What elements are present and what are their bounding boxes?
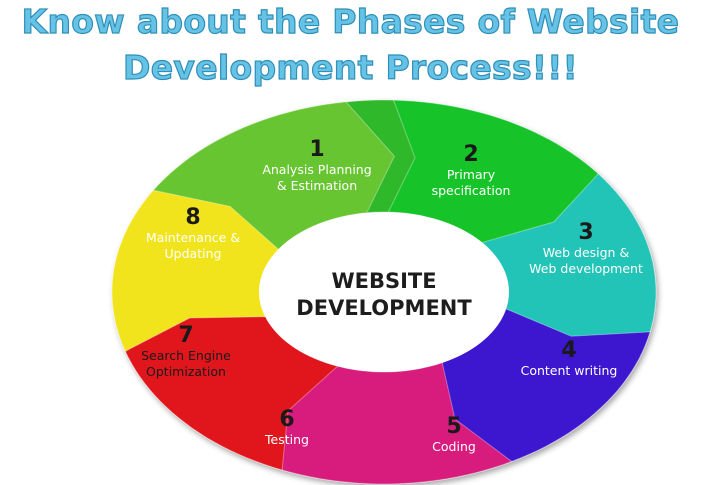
phase-label-1-line-2: & Estimation (277, 178, 357, 193)
phase-label-6-line-1: Testing (264, 432, 309, 447)
phase-label-2-line-1: Primary (447, 167, 496, 182)
phase-label-2-line-2: specification (432, 183, 511, 198)
phase-number-1: 1 (309, 137, 324, 162)
center-title-line-1: WEBSITE (331, 269, 436, 293)
phase-label-8-line-1: Maintenance & (146, 230, 240, 245)
phase-number-4: 4 (561, 338, 576, 363)
phase-number-5: 5 (446, 414, 461, 439)
phase-label-4-line-1: Content writing (521, 363, 618, 378)
phase-label-8-line-2: Updating (165, 246, 222, 261)
phase-label-1-line-1: Analysis Planning (262, 162, 371, 177)
phase-number-6: 6 (279, 407, 294, 432)
development-cycle-diagram: 1Analysis Planning& Estimation 2Primarysp… (111, 99, 657, 485)
phase-number-8: 8 (185, 205, 200, 230)
phase-label-3-line-1: Web design & (543, 245, 630, 260)
phase-label-7-line-2: Optimization (146, 364, 226, 379)
center-title-line-2: DEVELOPMENT (296, 296, 472, 320)
phase-number-7: 7 (178, 323, 193, 348)
phase-label-7-line-1: Search Engine (141, 348, 231, 363)
phase-label-3-line-2: Web development (529, 261, 643, 276)
phase-number-2: 2 (463, 142, 478, 167)
phase-number-3: 3 (578, 220, 593, 245)
phase-label-5-line-1: Coding (432, 439, 476, 454)
